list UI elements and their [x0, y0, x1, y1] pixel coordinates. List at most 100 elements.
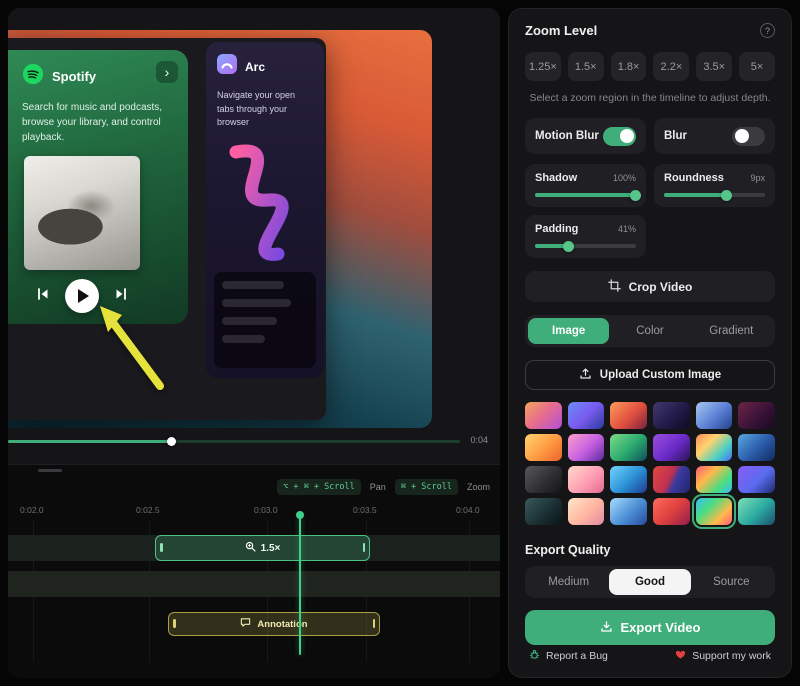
arc-card-header: Arc — [217, 54, 313, 79]
arc-card-description: Navigate your open tabs through your bro… — [217, 89, 313, 130]
time-tick: 0:03.0 — [254, 505, 278, 515]
wallpaper-thumbnail[interactable] — [568, 466, 605, 493]
panel-footer: Report a Bug Support my work — [525, 645, 775, 663]
playback-controls — [22, 279, 142, 313]
support-link[interactable]: Support my work — [675, 649, 771, 663]
motion-blur-switch[interactable] — [603, 127, 636, 146]
playhead-handle[interactable] — [296, 511, 304, 519]
playhead[interactable] — [299, 515, 301, 655]
wallpaper-thumbnail[interactable] — [653, 498, 690, 525]
blur-label: Blur — [664, 130, 687, 142]
slider-knob[interactable] — [721, 190, 732, 201]
padding-slider-card: Padding 41% — [525, 215, 646, 258]
wallpaper-thumbnail[interactable] — [738, 434, 775, 461]
wallpaper-thumbnail[interactable] — [738, 402, 775, 429]
zoom-level-button[interactable]: 1.25× — [525, 52, 561, 81]
motion-blur-label: Motion Blur — [535, 130, 599, 142]
spotify-logo-icon — [22, 63, 44, 90]
wallpaper-thumbnail[interactable] — [525, 402, 562, 429]
speech-bubble-icon — [240, 617, 251, 631]
wallpaper-thumbnail[interactable] — [610, 498, 647, 525]
quality-medium[interactable]: Medium — [528, 569, 609, 595]
arc-ribbon-graphic — [214, 138, 310, 273]
zoom-level-button[interactable]: 5× — [739, 52, 775, 81]
wallpaper-thumbnail[interactable] — [653, 466, 690, 493]
wallpaper-thumbnail-selected[interactable] — [696, 498, 733, 525]
tab-gradient[interactable]: Gradient — [691, 318, 772, 344]
heart-icon — [675, 649, 686, 663]
slider-fill — [535, 193, 636, 197]
blur-switch[interactable] — [732, 127, 765, 146]
shadow-label: Shadow — [535, 172, 577, 184]
annotation-segment[interactable]: Annotation — [168, 612, 380, 636]
padding-slider[interactable] — [535, 244, 636, 248]
video-clip-track[interactable]: 1.5× — [8, 535, 500, 561]
help-icon[interactable]: ? — [760, 23, 775, 38]
slider-knob[interactable] — [563, 241, 574, 252]
zoom-level-button[interactable]: 1.5× — [568, 52, 604, 81]
timeline-resize-handle[interactable] — [38, 469, 62, 472]
blur-toggle-card: Blur — [654, 118, 775, 154]
appearance-sliders: Shadow 100% Roundness 9px Padding — [525, 164, 775, 258]
playback-progress: 0:04 — [8, 434, 500, 448]
blur-toggles: Motion Blur Blur — [525, 118, 775, 154]
wallpaper-thumbnail[interactable] — [610, 466, 647, 493]
screen-recorder-editor: Spotify › Search for music and podcasts,… — [0, 0, 800, 686]
zoom-level-button[interactable]: 2.2× — [653, 52, 689, 81]
timeline-hints: ⌥ + ⌘ + Scroll Pan ⌘ + Scroll Zoom — [277, 479, 490, 495]
time-tick: 0:02.0 — [20, 505, 44, 515]
timeline: ⌥ + ⌘ + Scroll Pan ⌘ + Scroll Zoom 0:02.… — [8, 464, 500, 678]
zoom-segment[interactable]: 1.5× — [155, 535, 370, 561]
zoom-section-header: Zoom Level ? — [525, 23, 775, 38]
arc-logo-icon — [217, 54, 237, 79]
zoom-level-options: 1.25× 1.5× 1.8× 2.2× 3.5× 5× — [525, 52, 775, 81]
wallpaper-thumbnail[interactable] — [525, 434, 562, 461]
slider-fill — [664, 193, 727, 197]
wallpaper-thumbnail[interactable] — [610, 434, 647, 461]
wallpaper-thumbnail[interactable] — [738, 466, 775, 493]
tab-color[interactable]: Color — [609, 318, 690, 344]
crop-icon — [608, 279, 621, 295]
wallpaper-thumbnail[interactable] — [696, 434, 733, 461]
tab-list-row — [222, 335, 265, 343]
zoom-level-button[interactable]: 3.5× — [696, 52, 732, 81]
quality-source[interactable]: Source — [691, 569, 772, 595]
progress-track[interactable] — [8, 440, 460, 443]
roundness-slider[interactable] — [664, 193, 765, 197]
spotify-card: Spotify › Search for music and podcasts,… — [8, 50, 188, 324]
wallpaper-thumbnail[interactable] — [696, 402, 733, 429]
wallpaper-thumbnail[interactable] — [653, 402, 690, 429]
export-video-button[interactable]: Export Video — [525, 610, 775, 645]
wallpaper-thumbnail[interactable] — [568, 498, 605, 525]
tab-list-row — [222, 299, 291, 307]
next-track-icon — [114, 287, 128, 306]
wallpaper-thumbnail[interactable] — [568, 402, 605, 429]
wallpaper-thumbnail[interactable] — [696, 466, 733, 493]
settings-panel: Zoom Level ? 1.25× 1.5× 1.8× 2.2× 3.5× 5… — [508, 8, 792, 678]
switch-knob — [735, 129, 749, 143]
tab-image[interactable]: Image — [528, 318, 609, 344]
pan-hint-label: Pan — [370, 482, 386, 492]
export-quality-title: Export Quality — [525, 543, 775, 557]
crop-video-button[interactable]: Crop Video — [525, 271, 775, 302]
upload-custom-image-label: Upload Custom Image — [600, 369, 721, 381]
switch-knob — [620, 129, 634, 143]
report-bug-label: Report a Bug — [546, 650, 608, 662]
progress-knob[interactable] — [167, 437, 176, 446]
report-bug-link[interactable]: Report a Bug — [529, 649, 608, 663]
wallpaper-thumbnail[interactable] — [525, 466, 562, 493]
shadow-slider[interactable] — [535, 193, 636, 197]
zoom-level-button[interactable]: 1.8× — [611, 52, 647, 81]
crop-video-label: Crop Video — [629, 280, 693, 294]
secondary-clip-track[interactable] — [8, 571, 500, 597]
upload-custom-image-button[interactable]: Upload Custom Image — [525, 360, 775, 390]
time-tick: 0:03.5 — [353, 505, 377, 515]
wallpaper-thumbnail[interactable] — [653, 434, 690, 461]
quality-good[interactable]: Good — [609, 569, 690, 595]
slider-knob[interactable] — [630, 190, 641, 201]
wallpaper-thumbnail[interactable] — [610, 402, 647, 429]
wallpaper-thumbnail[interactable] — [568, 434, 605, 461]
spotify-card-header: Spotify › — [22, 63, 174, 90]
wallpaper-thumbnail[interactable] — [738, 498, 775, 525]
wallpaper-thumbnail[interactable] — [525, 498, 562, 525]
